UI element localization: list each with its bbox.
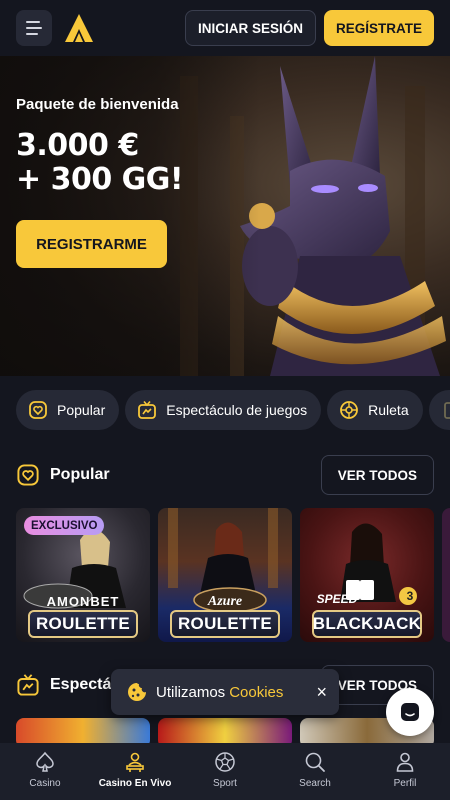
nav-label: Casino En Vivo [98, 778, 172, 789]
user-icon [396, 752, 414, 772]
game-card-amonbet-roulette[interactable]: EXCLUSIVO AMONBET ROULETTE [16, 508, 150, 642]
chip-more[interactable] [428, 390, 450, 430]
hamburger-menu-button[interactable] [16, 10, 52, 46]
see-all-popular-button[interactable]: VER TODOS [320, 455, 434, 495]
game-card-speed-blackjack[interactable]: SPEED 3 BLACKJACK [300, 508, 434, 642]
chip-label: Popular [57, 402, 106, 418]
nav-label: Perfil [393, 778, 417, 789]
game-brand: SPEED [316, 592, 358, 606]
banner-text: Paquete de bienvenida 3.000 € + 300 GG! [16, 96, 184, 197]
game-brand: AMONBET [46, 594, 120, 609]
soccer-ball-icon [215, 752, 235, 772]
cookie-toast: Utilizamos Cookies × [111, 669, 339, 715]
nav-label: Search [299, 778, 331, 789]
chip-popular[interactable]: Popular [16, 390, 120, 430]
banner-title: 3.000 € + 300 GG! [16, 128, 184, 197]
chip-label: Ruleta [368, 402, 409, 418]
register-cta-button[interactable]: REGISTRARME [16, 220, 167, 268]
seat-number: 3 [406, 589, 414, 603]
tv-icon [138, 400, 157, 419]
register-button[interactable]: REGÍSTRATE [323, 10, 434, 46]
chat-support-button[interactable] [386, 688, 434, 736]
nav-profile[interactable]: Perfil [360, 743, 450, 800]
heart-shield-icon [17, 464, 39, 486]
tv-icon [17, 674, 39, 696]
close-icon[interactable]: × [316, 682, 327, 703]
banner-title-line1: 3.000 € [16, 128, 139, 163]
card-icon [443, 402, 450, 419]
chip-label: Espectáculo de juegos [166, 402, 308, 418]
dealer-icon [126, 752, 144, 772]
category-chips: Popular Espectáculo de juegos Ruleta [0, 390, 450, 432]
nav-casino[interactable]: Casino [0, 743, 90, 800]
welcome-banner[interactable]: Paquete de bienvenida 3.000 € + 300 GG! … [0, 56, 450, 376]
brand-logo-icon[interactable] [62, 11, 96, 45]
roulette-icon [340, 401, 359, 419]
section-title: Popular [50, 466, 110, 483]
nav-search[interactable]: Search [270, 743, 360, 800]
nav-live-casino[interactable]: Casino En Vivo [90, 743, 180, 800]
cookie-icon [128, 683, 146, 701]
banner-subtitle: Paquete de bienvenida [16, 96, 179, 113]
chip-game-shows[interactable]: Espectáculo de juegos [125, 390, 322, 430]
game-name: BLACKJACK [312, 610, 422, 638]
search-icon [305, 752, 325, 772]
top-header: INICIAR SESIÓN REGÍSTRATE [0, 0, 450, 56]
game-name: ROULETTE [170, 610, 280, 638]
chat-icon [401, 703, 419, 721]
exclusive-badge: EXCLUSIVO [24, 516, 105, 535]
login-button[interactable]: INICIAR SESIÓN [184, 10, 316, 46]
game-card-azure-roulette[interactable]: Azure ROULETTE [158, 508, 292, 642]
chip-roulette[interactable]: Ruleta [327, 390, 423, 430]
nav-sport[interactable]: Sport [180, 743, 270, 800]
section-title: Espectác [50, 676, 121, 693]
popular-section-header: Popular VER TODOS [0, 455, 450, 495]
game-brand: Azure [207, 594, 243, 609]
nav-label: Casino [29, 778, 61, 789]
popular-games-row: EXCLUSIVO AMONBET ROULETTE Azure ROULETT… [0, 508, 450, 642]
heart-shield-icon [29, 401, 47, 419]
spade-icon [36, 751, 54, 772]
game-name: ROULETTE [28, 610, 138, 638]
cookie-text: Utilizamos [156, 683, 226, 701]
bottom-nav: Casino Casino En Vivo Sport Search Perfi… [0, 743, 450, 800]
game-card-partial[interactable] [442, 508, 450, 642]
nav-label: Sport [213, 778, 237, 789]
banner-title-line2: + 300 GG! [16, 162, 184, 197]
cookies-link[interactable]: Cookies [229, 684, 283, 701]
